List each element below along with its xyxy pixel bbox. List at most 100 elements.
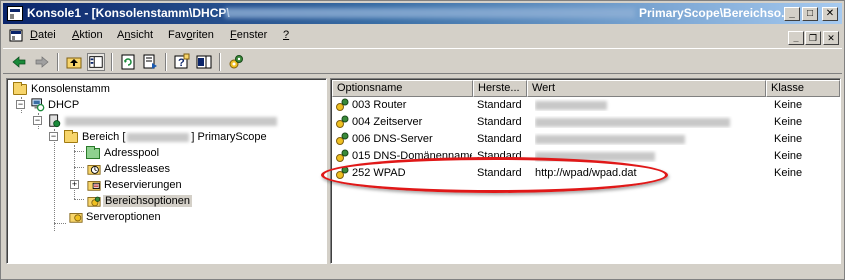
option-class: Keine (774, 167, 803, 179)
options-list: Optionsname Herste... Wert Klasse 003 Ro… (330, 78, 841, 264)
toolbar-separator (219, 53, 221, 71)
toolbar-separator (165, 53, 167, 71)
tree-line (74, 151, 84, 152)
menu-aktion[interactable]: Aktion (72, 29, 103, 41)
reservations-icon (87, 181, 101, 191)
table-row[interactable]: 003 Router Standard Keine (331, 97, 840, 114)
tree-label-bereich: Bereich [] PrimaryScope (82, 131, 267, 143)
redacted-text (535, 100, 607, 110)
tree-label-konsolenstamm: Konsolenstamm (31, 83, 110, 95)
folder-icon (64, 130, 78, 143)
tree-label-reservierungen: Reservierungen (104, 179, 182, 191)
option-gear-icon (336, 132, 349, 145)
menu-fenster-rest: enster (236, 29, 268, 41)
option-vendor: Standard (477, 167, 522, 179)
menu-fenster-accel: F (230, 29, 237, 41)
folder-icon (13, 82, 27, 95)
option-gear-icon (336, 98, 349, 111)
menu-datei-rest: atei (37, 29, 56, 41)
option-gear-icon (336, 115, 349, 128)
options-gear-icon[interactable] (227, 53, 245, 71)
menu-fenster[interactable]: Fenster (230, 29, 267, 41)
tree-line (74, 145, 75, 199)
mdi-restore-button[interactable]: ❐ (805, 31, 821, 45)
menu-favoriten[interactable]: Favoriten (168, 29, 214, 41)
scope-suffix: ] PrimaryScope (191, 131, 267, 143)
option-vendor: Standard (477, 150, 522, 162)
tree-label-adressleases: Adressleases (104, 163, 171, 175)
menu-help[interactable]: ? (283, 29, 289, 41)
option-name: 003 Router (352, 99, 407, 111)
maximize-button[interactable]: □ (802, 7, 818, 21)
table-row-wpad[interactable]: 252 WPAD Standard http://wpad/wpad.dat K… (331, 165, 840, 182)
menu-ansicht[interactable]: Ansicht (117, 29, 153, 41)
tree-line (54, 129, 55, 231)
menu-ansicht-rest: sicht (130, 29, 154, 41)
tree-label-dhcp: DHCP (48, 99, 80, 111)
menu-help-label: ? (283, 29, 290, 41)
column-header-hersteller[interactable]: Herste... (473, 80, 527, 97)
forward-arrow-icon[interactable] (33, 53, 51, 71)
redacted-text (65, 116, 277, 126)
title-bar[interactable]: Konsole1 - [Konsolenstamm\DHCP\ PrimaryS… (3, 3, 842, 24)
mmc-window: Konsole1 - [Konsolenstamm\DHCP\ PrimaryS… (0, 0, 845, 280)
mdi-minimize-button[interactable]: _ (788, 31, 804, 45)
console-icon[interactable] (7, 6, 23, 21)
toolbar-separator (111, 53, 113, 71)
option-class: Keine (774, 133, 803, 145)
tree-label-serveroptionen: Serveroptionen (86, 211, 161, 223)
toolbar: ? (3, 48, 842, 74)
column-header-klasse[interactable]: Klasse (766, 80, 840, 97)
up-folder-icon[interactable] (65, 53, 83, 71)
window-title-end: PrimaryScope\Bereichso... (639, 6, 792, 20)
refresh-icon[interactable] (119, 53, 137, 71)
redacted-text (127, 132, 190, 142)
dhcp-server-icon (31, 98, 45, 112)
column-header-wert[interactable]: Wert (527, 80, 766, 97)
redacted-text (535, 117, 730, 127)
scope-options-icon (87, 196, 101, 207)
option-value (535, 116, 765, 128)
table-row[interactable]: 004 Zeitserver Standard Keine (331, 114, 840, 131)
action-pane-icon[interactable] (195, 53, 213, 71)
console-menu-icon[interactable] (9, 29, 23, 43)
option-value (535, 133, 765, 145)
option-value (535, 99, 765, 111)
option-value: http://wpad/wpad.dat (535, 167, 637, 179)
minimize-button[interactable]: _ (784, 7, 800, 21)
redacted-text (535, 151, 655, 161)
export-list-icon[interactable] (141, 53, 159, 71)
tree-line (74, 167, 84, 168)
table-row[interactable]: 015 DNS-Domänenname Standard Keine (331, 148, 840, 165)
back-arrow-icon[interactable] (10, 53, 28, 71)
help-icon[interactable]: ? (173, 53, 191, 71)
menu-favoriten-f: Fav (168, 29, 187, 41)
option-name: 015 DNS-Domänenname (352, 150, 472, 162)
address-pool-icon (86, 146, 100, 159)
redacted-text (535, 134, 685, 144)
table-row[interactable]: 006 DNS-Server Standard Keine (331, 131, 840, 148)
tree-line (74, 199, 84, 200)
redacted-server-name (65, 115, 277, 127)
address-leases-icon (87, 165, 101, 175)
option-vendor: Standard (477, 99, 522, 111)
server-icon (49, 114, 61, 128)
tree-expander-collapse[interactable]: − (49, 132, 58, 141)
mdi-close-button[interactable]: ✕ (823, 31, 839, 45)
option-name: 006 DNS-Server (352, 133, 433, 145)
tree-expander-collapse[interactable]: − (33, 116, 42, 125)
column-header-optionsname[interactable]: Optionsname (332, 80, 473, 97)
tree-label-adresspool: Adresspool (104, 147, 160, 159)
option-vendor: Standard (477, 116, 522, 128)
option-class: Keine (774, 99, 803, 111)
option-value (535, 150, 765, 162)
tree-expander-expand[interactable]: + (70, 180, 79, 189)
server-options-icon (69, 213, 83, 223)
show-hide-tree-icon[interactable] (87, 53, 105, 71)
menu-aktion-rest: ktion (79, 29, 103, 41)
option-gear-icon (336, 149, 349, 162)
redacted-title-segment (225, 8, 635, 18)
tree-expander-collapse[interactable]: − (16, 100, 25, 109)
close-button[interactable]: ✕ (822, 7, 838, 21)
menu-datei[interactable]: Datei (30, 29, 56, 41)
